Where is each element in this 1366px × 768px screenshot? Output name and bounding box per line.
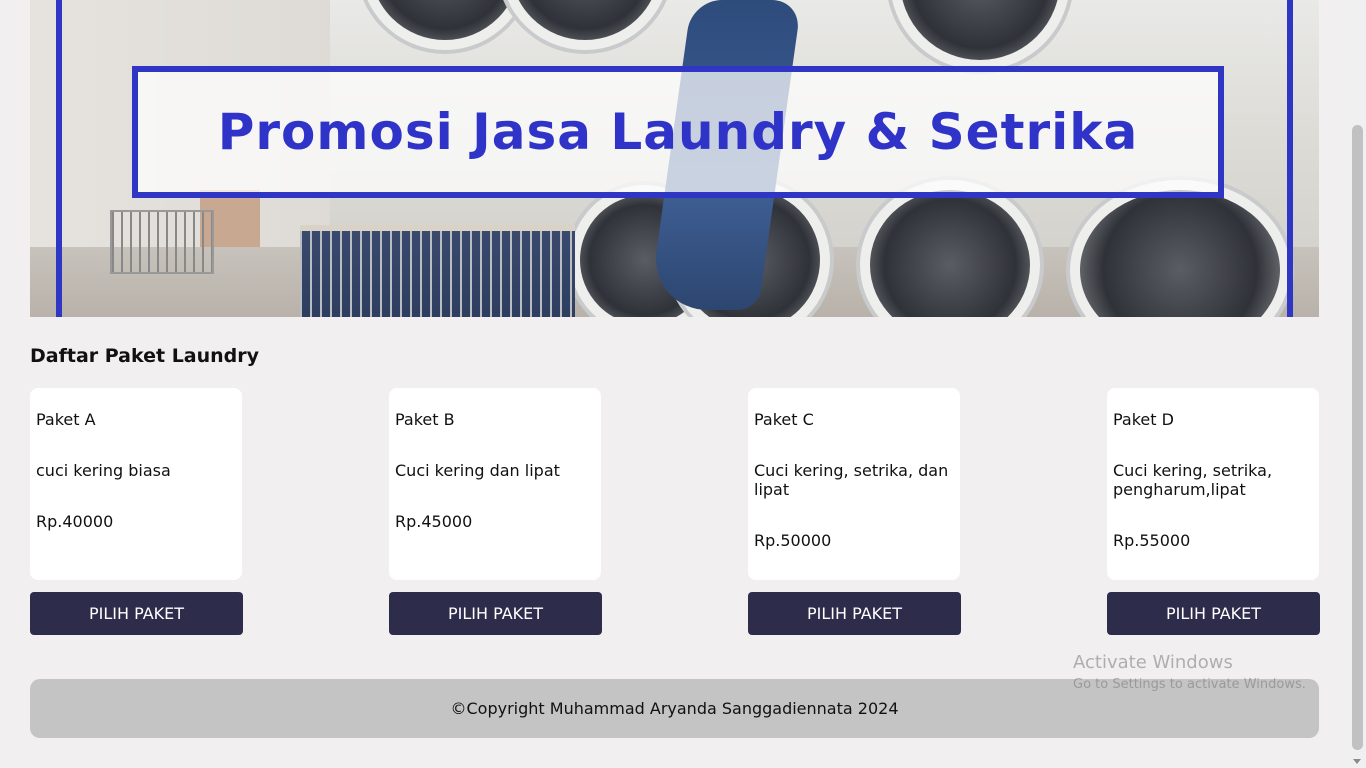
package-name: Paket B [395,410,455,429]
washing-machine-image [890,0,1070,70]
vertical-scrollbar[interactable] [1349,0,1366,768]
package-description: Cuci kering, setrika, pengharum,lipat [1113,461,1273,499]
washing-machine-image [1070,180,1290,317]
package-description: cuci kering biasa [36,461,171,480]
laundry-cart-image [300,225,575,317]
package-name: Paket C [754,410,814,429]
section-title: Daftar Paket Laundry [30,345,260,367]
package-price: Rp.45000 [395,512,473,531]
package-price: Rp.55000 [1113,531,1191,550]
scrollbar-thumb[interactable] [1352,125,1363,750]
package-name: Paket D [1113,410,1174,429]
choose-package-d-button[interactable]: PILIH PAKET [1107,592,1320,635]
choose-package-b-button[interactable]: PILIH PAKET [389,592,602,635]
package-card-a: Paket A cuci kering biasa Rp.40000 [30,388,242,580]
banner-title: Promosi Jasa Laundry & Setrika [217,103,1139,161]
package-card-d: Paket D Cuci kering, setrika, pengharum,… [1107,388,1319,580]
package-card-b: Paket B Cuci kering dan lipat Rp.45000 [389,388,601,580]
washing-machine-image [360,0,530,50]
washing-machine-image [860,180,1040,317]
copyright-text: ©Copyright Muhammad Aryanda Sanggadienna… [450,699,899,718]
package-description: Cuci kering, setrika, dan lipat [754,461,949,499]
scroll-down-arrow-icon[interactable] [1353,759,1361,764]
choose-package-a-button[interactable]: PILIH PAKET [30,592,243,635]
choose-package-c-button[interactable]: PILIH PAKET [748,592,961,635]
banner-frame-left [56,0,62,317]
banner-frame-right [1287,0,1293,317]
promo-banner: Promosi Jasa Laundry & Setrika [30,0,1319,317]
banner-title-box: Promosi Jasa Laundry & Setrika [132,66,1224,198]
washing-machine-image [500,0,670,50]
watermark-title: Activate Windows [1073,652,1233,673]
package-description: Cuci kering dan lipat [395,461,560,480]
package-price: Rp.40000 [36,512,114,531]
package-price: Rp.50000 [754,531,832,550]
package-name: Paket A [36,410,96,429]
package-card-c: Paket C Cuci kering, setrika, dan lipat … [748,388,960,580]
page: Promosi Jasa Laundry & Setrika Daftar Pa… [0,0,1366,768]
basket-image [110,210,214,274]
footer: ©Copyright Muhammad Aryanda Sanggadienna… [30,679,1319,738]
